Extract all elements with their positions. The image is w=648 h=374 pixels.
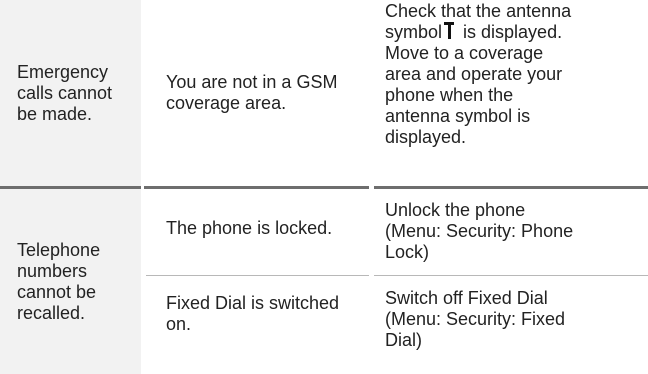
- problem-text: Telephone numbers cannot be recalled.: [17, 239, 101, 323]
- column-gap: [141, 0, 144, 374]
- remedy-line: (Menu: Security: Phone: [385, 221, 574, 241]
- remedy-line-with-icon: symbol is displayed.: [385, 22, 640, 43]
- remedy-line: Check that the antenna: [385, 1, 572, 21]
- remedy-line: Move to a coverage: [385, 43, 544, 63]
- remedy-line: area and operate your: [385, 64, 563, 84]
- table-row: Telephone numbers cannot be recalled. Th…: [0, 189, 648, 374]
- remedy-line: Switch off Fixed Dial: [385, 288, 548, 308]
- remedy-line: phone when the: [385, 85, 514, 105]
- problem-cell: Emergency calls cannot be made.: [0, 0, 141, 186]
- cause-cell: The phone is locked.: [146, 189, 369, 273]
- remedy-line-part: is displayed.: [463, 22, 563, 42]
- remedy-line: antenna symbol is: [385, 106, 531, 126]
- cause-cell: You are not in a GSM coverage area.: [146, 0, 369, 186]
- cause-text: The phone is locked.: [166, 218, 333, 238]
- sub-row-divider: [146, 275, 648, 276]
- remedy-cell: Switch off Fixed Dial (Menu: Security: F…: [374, 275, 648, 374]
- remedy-line: Lock): [385, 242, 430, 262]
- remedy-line: Unlock the phone: [385, 200, 526, 220]
- problem-cell: Telephone numbers cannot be recalled.: [0, 189, 141, 374]
- table-row: Emergency calls cannot be made. You are …: [0, 0, 648, 186]
- remedy-line: Dial): [385, 330, 423, 350]
- antenna-icon: [444, 22, 455, 39]
- cause-text: You are not in a GSM coverage area.: [166, 72, 338, 113]
- problem-text: Emergency calls cannot be made.: [17, 61, 113, 124]
- troubleshooting-table: Emergency calls cannot be made. You are …: [0, 0, 648, 374]
- column-gap: [369, 0, 374, 374]
- remedy-cell: Unlock the phone (Menu: Security: Phone …: [374, 189, 648, 273]
- remedy-cell: Check that the antenna symbol is display…: [374, 0, 648, 186]
- cause-text: Fixed Dial is switched on.: [166, 293, 340, 334]
- remedy-line: (Menu: Security: Fixed: [385, 309, 566, 329]
- remedy-line: displayed.: [385, 127, 467, 147]
- remedy-line-part: symbol: [385, 22, 443, 42]
- cause-cell: Fixed Dial is switched on.: [146, 275, 369, 374]
